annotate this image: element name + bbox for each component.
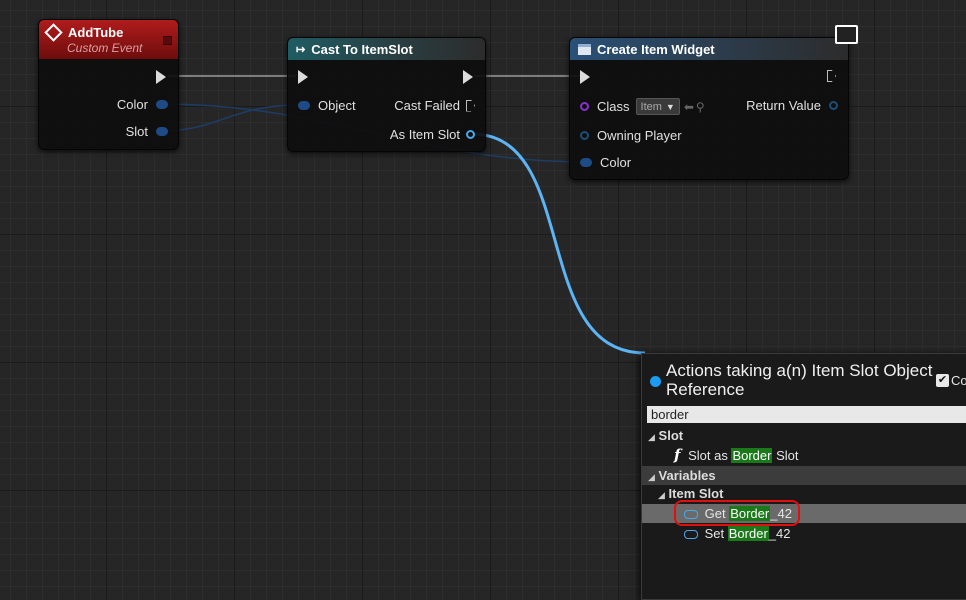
create-exec-in[interactable] [580, 70, 590, 84]
exec-out-pin-icon[interactable] [463, 70, 473, 84]
return-value-label: Return Value [746, 98, 821, 113]
color-pin-icon[interactable] [156, 100, 168, 109]
item-prefix: Set [704, 526, 728, 541]
item-prefix: Slot as [688, 448, 732, 463]
collapse-triangle-icon[interactable]: ◢ [658, 490, 665, 500]
list-item[interactable]: Get Border_42 [642, 500, 966, 526]
event-diamond-icon [44, 23, 63, 42]
owning-player-pin[interactable]: Owning Player [580, 128, 682, 143]
cast-object-pin[interactable]: Object [298, 98, 356, 113]
object-pin-label: Object [318, 98, 356, 113]
exec-hollow-pin-icon[interactable] [827, 70, 836, 82]
object-pin-icon[interactable] [298, 101, 310, 110]
search-match: Border [731, 448, 773, 463]
slot-pin-label: Slot [125, 124, 148, 139]
cast-failed-label: Cast Failed [394, 98, 460, 113]
create-widget-header[interactable]: Create Item Widget [570, 38, 848, 60]
collapse-triangle-icon[interactable]: ◢ [648, 432, 655, 442]
return-value-pin[interactable]: Return Value [746, 98, 838, 113]
add-tube-color-pin[interactable]: Color [117, 97, 168, 112]
create-color-pin[interactable]: Color [580, 155, 631, 170]
context-sensitive-label: Co [951, 373, 966, 388]
create-item-widget-node[interactable]: Create Item Widget Class Item ▼ ⬅ ⚲ Retu… [569, 25, 858, 180]
monitor-icon [835, 25, 858, 44]
exec-in-pin-icon[interactable] [298, 70, 308, 84]
as-item-slot-pin[interactable]: As Item Slot [390, 127, 475, 142]
category-slot-label: Slot [658, 428, 684, 443]
function-f-icon: f [674, 446, 681, 464]
exec-hollow-pin-icon[interactable] [466, 99, 475, 112]
cast-exec-in[interactable] [298, 70, 308, 84]
checkbox-checked-icon[interactable]: ✔ [936, 374, 949, 387]
function-icon [578, 43, 591, 55]
collapse-triangle-icon[interactable]: ◢ [648, 472, 655, 482]
class-pin-icon[interactable] [580, 102, 589, 111]
add-tube-subtitle: Custom Event [67, 41, 143, 55]
variable-pill-icon [684, 530, 698, 540]
exec-out-pin-icon[interactable] [156, 70, 166, 84]
action-menu[interactable]: Actions taking a(n) Item Slot Object Ref… [641, 353, 966, 600]
add-tube-title: AddTube [68, 25, 124, 40]
return-value-pin-icon[interactable] [829, 101, 838, 110]
class-pin[interactable]: Class Item ▼ ⬅ ⚲ [580, 98, 705, 115]
object-wire-slot-to-cast [159, 104, 301, 132]
cast-title: Cast To ItemSlot [311, 41, 413, 57]
list-item[interactable]: Set Border_42 [642, 524, 966, 543]
add-tube-event-node[interactable]: AddTube Custom Event Color Slot [38, 19, 179, 150]
cast-arrow-icon: ↦ [296, 43, 306, 56]
category-variables-label: Variables [658, 468, 716, 483]
item-suffix: Slot [772, 448, 799, 463]
color-pin-icon[interactable] [580, 158, 592, 167]
chevron-down-icon: ▼ [665, 101, 675, 112]
add-tube-node-header[interactable]: AddTube Custom Event [39, 20, 178, 59]
class-dropdown-value: Item [640, 100, 662, 113]
use-selected-arrow-icon[interactable]: ⬅ [684, 100, 694, 114]
class-dropdown[interactable]: Item ▼ [635, 98, 680, 115]
category-variables[interactable]: ◢ Variables [642, 466, 966, 485]
action-search-input[interactable] [647, 406, 966, 423]
add-tube-exec-out[interactable] [156, 70, 166, 84]
context-sensitive-toggle[interactable]: ✔ Co [936, 373, 966, 388]
exec-in-pin-icon[interactable] [580, 70, 590, 84]
create-widget-title: Create Item Widget [597, 41, 715, 57]
search-match: Border [727, 526, 769, 541]
action-menu-title: Actions taking a(n) Item Slot Object Ref… [666, 361, 933, 399]
owning-player-pin-icon[interactable] [580, 131, 589, 140]
cast-failed-pin[interactable]: Cast Failed [394, 98, 475, 113]
cast-node-header[interactable]: ↦ Cast To ItemSlot [288, 38, 485, 60]
color-pin-label: Color [116, 97, 148, 112]
cast-to-itemslot-node[interactable]: ↦ Cast To ItemSlot Object Cast Failed As… [287, 37, 486, 152]
category-item-slot-label: Item Slot [668, 486, 724, 501]
category-slot[interactable]: ◢ Slot [642, 426, 966, 445]
menu-bullet-icon [650, 376, 661, 387]
object-out-pin-icon[interactable] [466, 130, 475, 139]
add-tube-slot-pin[interactable]: Slot [126, 124, 168, 139]
create-exec-out[interactable] [827, 70, 836, 82]
cast-exec-out[interactable] [463, 70, 473, 84]
as-item-slot-label: As Item Slot [389, 127, 460, 142]
item-suffix: _42 [768, 526, 791, 541]
delegate-pin-icon[interactable] [163, 36, 172, 45]
selection-annotation-box [674, 500, 800, 526]
class-pin-label: Class [597, 99, 630, 114]
slot-pin-icon[interactable] [156, 127, 168, 136]
browse-search-icon[interactable]: ⚲ [696, 100, 705, 114]
list-item[interactable]: f Slot as Border Slot [642, 446, 966, 465]
create-color-label: Color [600, 155, 632, 170]
owning-player-label: Owning Player [597, 128, 682, 143]
